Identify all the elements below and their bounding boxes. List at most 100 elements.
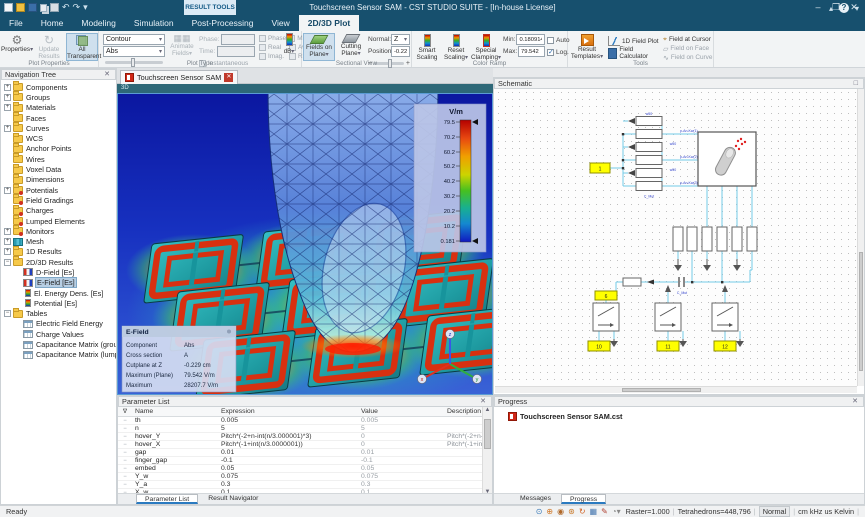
cutting-plane-button[interactable]: Cutting Plane <box>336 33 366 61</box>
tree-item-electric-field-energy[interactable]: Electric Field Energy <box>1 319 116 329</box>
parameter-row[interactable]: − embed 0.05 0.05 <box>118 465 482 473</box>
parameter-table-header[interactable]: ∇ Name Expression Value Description <box>118 407 482 417</box>
parameter-row[interactable]: − hover_X Pitch*(-1+int(n/3.0000001)) 0 Pitc… <box>118 441 482 449</box>
schematic-title: Schematic <box>498 79 533 88</box>
edit-icon[interactable]: ✎ <box>601 507 608 516</box>
close-icon[interactable] <box>478 397 488 406</box>
document-tab[interactable]: Touchscreen Sensor SAM <box>120 70 239 84</box>
db-button[interactable]: dB <box>280 33 298 55</box>
parameter-row[interactable]: − hover_Y Pitch*(-2+n-int(n/3.000001)*3) 0 P… <box>118 433 482 441</box>
field-at-cursor-button[interactable]: ⌖ Field at Cursor <box>663 35 713 44</box>
tree-item-2d3d-results[interactable]: 2D/3D Results <box>1 256 116 267</box>
tree-item-e-field[interactable]: E-Field [Es] <box>1 277 116 289</box>
phase-input[interactable] <box>221 34 255 45</box>
tab-messages[interactable]: Messages <box>512 494 559 504</box>
save-icon[interactable] <box>28 3 37 12</box>
svg-text:Cross section: Cross section <box>126 353 162 359</box>
reset-scaling-button[interactable]: Reset Scaling <box>442 33 470 61</box>
pin-icon[interactable] <box>227 329 231 334</box>
parameter-row[interactable]: − th 0.005 0.005 <box>118 417 482 425</box>
zoom-select-icon[interactable]: ⊙ <box>536 507 543 516</box>
output-ports[interactable]: 10 11 12 <box>587 340 737 352</box>
collapse-ribbon-icon[interactable]: ▴ <box>829 4 833 13</box>
tree-item-monitors[interactable]: Monitors <box>1 225 116 237</box>
fields-on-plane-button[interactable]: Fields on Plane <box>303 33 335 61</box>
parameter-row[interactable]: − n 5 5 <box>118 425 482 433</box>
tree-item-d-field[interactable]: D-Field [Es] <box>1 267 116 277</box>
status-units[interactable]: cm kHz us Kelvin <box>798 507 854 516</box>
parameter-scrollbar[interactable]: ▲ ▼ <box>482 407 492 495</box>
animate-fields-button[interactable]: ▦▦ Animate Fields <box>167 33 197 61</box>
tree-item-cap-matrix-lumped[interactable]: Capacitance Matrix (lumped) <box>1 350 116 360</box>
parameter-row[interactable]: − gap 0.01 0.01 <box>118 449 482 457</box>
pan-icon[interactable]: ⊕ <box>546 507 553 516</box>
properties-button[interactable]: ⚙ Properties <box>1 33 33 61</box>
parameter-row[interactable]: − Y_a 0.3 0.3 <box>118 481 482 489</box>
schematic-hscrollbar[interactable] <box>495 386 857 393</box>
help-icon[interactable]: ? <box>838 3 849 13</box>
view-options-icon[interactable]: ◔▾ <box>612 507 621 516</box>
tab-parameter-list[interactable]: Parameter List <box>136 494 199 504</box>
schematic-canvas[interactable]: 1 w50 C_Mut w50 C_Mut w50 C_Mut p-An-Kw(… <box>495 89 858 387</box>
redo-icon[interactable]: ↷ <box>73 3 81 12</box>
position-input[interactable] <box>391 46 410 57</box>
field-on-face-button[interactable]: ▱ Field on Face <box>663 44 713 53</box>
max-input[interactable] <box>518 46 545 57</box>
tree-item-charge-values[interactable]: Charge Values <box>1 329 116 339</box>
tab-home[interactable]: Home <box>32 15 73 31</box>
parameter-row[interactable]: − finger_gap -0.1 -0.1 <box>118 457 482 465</box>
print-icon[interactable] <box>50 3 59 12</box>
close-tab-icon[interactable] <box>224 73 234 82</box>
normal-dropdown[interactable]: Z <box>391 34 410 45</box>
component-dropdown[interactable]: Abs <box>103 46 165 57</box>
tab-view[interactable]: View <box>262 15 298 31</box>
new-file-icon[interactable] <box>4 3 13 12</box>
filter-icon[interactable]: ∇ <box>118 408 132 415</box>
tab-result-navigator[interactable]: Result Navigator <box>200 494 266 504</box>
rotate-icon[interactable]: ↻ <box>579 507 586 516</box>
maximize-icon[interactable] <box>852 79 860 88</box>
tree-item-cap-matrix-grounded[interactable]: Capacitance Matrix (grounded) <box>1 339 116 349</box>
3d-view[interactable]: V/m 79.5 70.2 60.2 50.2 40.2 30.2 20.2 1… <box>117 93 493 395</box>
hand-icon[interactable]: ◉ <box>557 507 564 516</box>
tab-progress[interactable]: Progress <box>560 494 607 504</box>
status-mode[interactable]: Normal <box>758 506 791 517</box>
tab-file[interactable]: File <box>0 15 32 31</box>
more-options-icon[interactable]: ▾ <box>855 4 859 13</box>
result-templates-button[interactable]: Result Templates <box>570 33 604 61</box>
switch-blocks[interactable] <box>592 302 739 332</box>
close-icon[interactable] <box>102 70 112 79</box>
tab-post-processing[interactable]: Post-Processing <box>183 15 263 31</box>
parameter-row[interactable]: − Y_w 0.075 0.075 <box>118 473 482 481</box>
field-calculator-button[interactable]: Field Calculator <box>608 46 660 60</box>
grid-icon[interactable]: ▦ <box>590 507 598 516</box>
qat-customize-icon[interactable]: ▾ <box>83 3 88 12</box>
zoom-in-icon[interactable]: ⊛ <box>568 507 575 516</box>
tab-modeling[interactable]: Modeling <box>72 15 125 31</box>
auto-checkbox[interactable] <box>547 36 554 44</box>
schematic-vscrollbar[interactable] <box>857 89 864 386</box>
touch-sensor-block[interactable] <box>697 131 757 187</box>
field-icon <box>23 278 33 287</box>
capacitor[interactable]: C_Mut <box>677 277 687 295</box>
contour-dropdown[interactable]: Contour <box>103 34 165 45</box>
log-checkbox[interactable] <box>547 48 554 56</box>
smart-scaling-button[interactable]: Smart Scaling <box>413 33 441 61</box>
copy-icon[interactable] <box>40 3 47 12</box>
undo-icon[interactable]: ↶ <box>62 3 70 12</box>
tab-2d3d-plot[interactable]: 2D/3D Plot <box>298 15 360 31</box>
close-icon[interactable] <box>850 397 860 406</box>
tree-item-tables[interactable]: Tables <box>1 307 116 319</box>
tab-simulation[interactable]: Simulation <box>125 15 183 31</box>
time-input[interactable] <box>217 46 255 57</box>
minimize-button[interactable] <box>809 0 827 14</box>
all-transparent-button[interactable]: All Transparent <box>66 33 101 61</box>
open-file-icon[interactable] <box>16 3 25 12</box>
tree-item-el-energy-dens[interactable]: El. Energy Dens. [Es] <box>1 288 116 298</box>
vertical-blocks[interactable] <box>672 226 758 252</box>
probe-block[interactable] <box>622 277 659 287</box>
progress-file-item[interactable]: Touchscreen Sensor SAM.cst <box>508 412 864 421</box>
update-results-button[interactable]: ↻ Update Results <box>33 33 65 61</box>
min-input[interactable] <box>516 34 545 45</box>
special-clamping-button[interactable]: Special Clamping <box>471 33 501 61</box>
